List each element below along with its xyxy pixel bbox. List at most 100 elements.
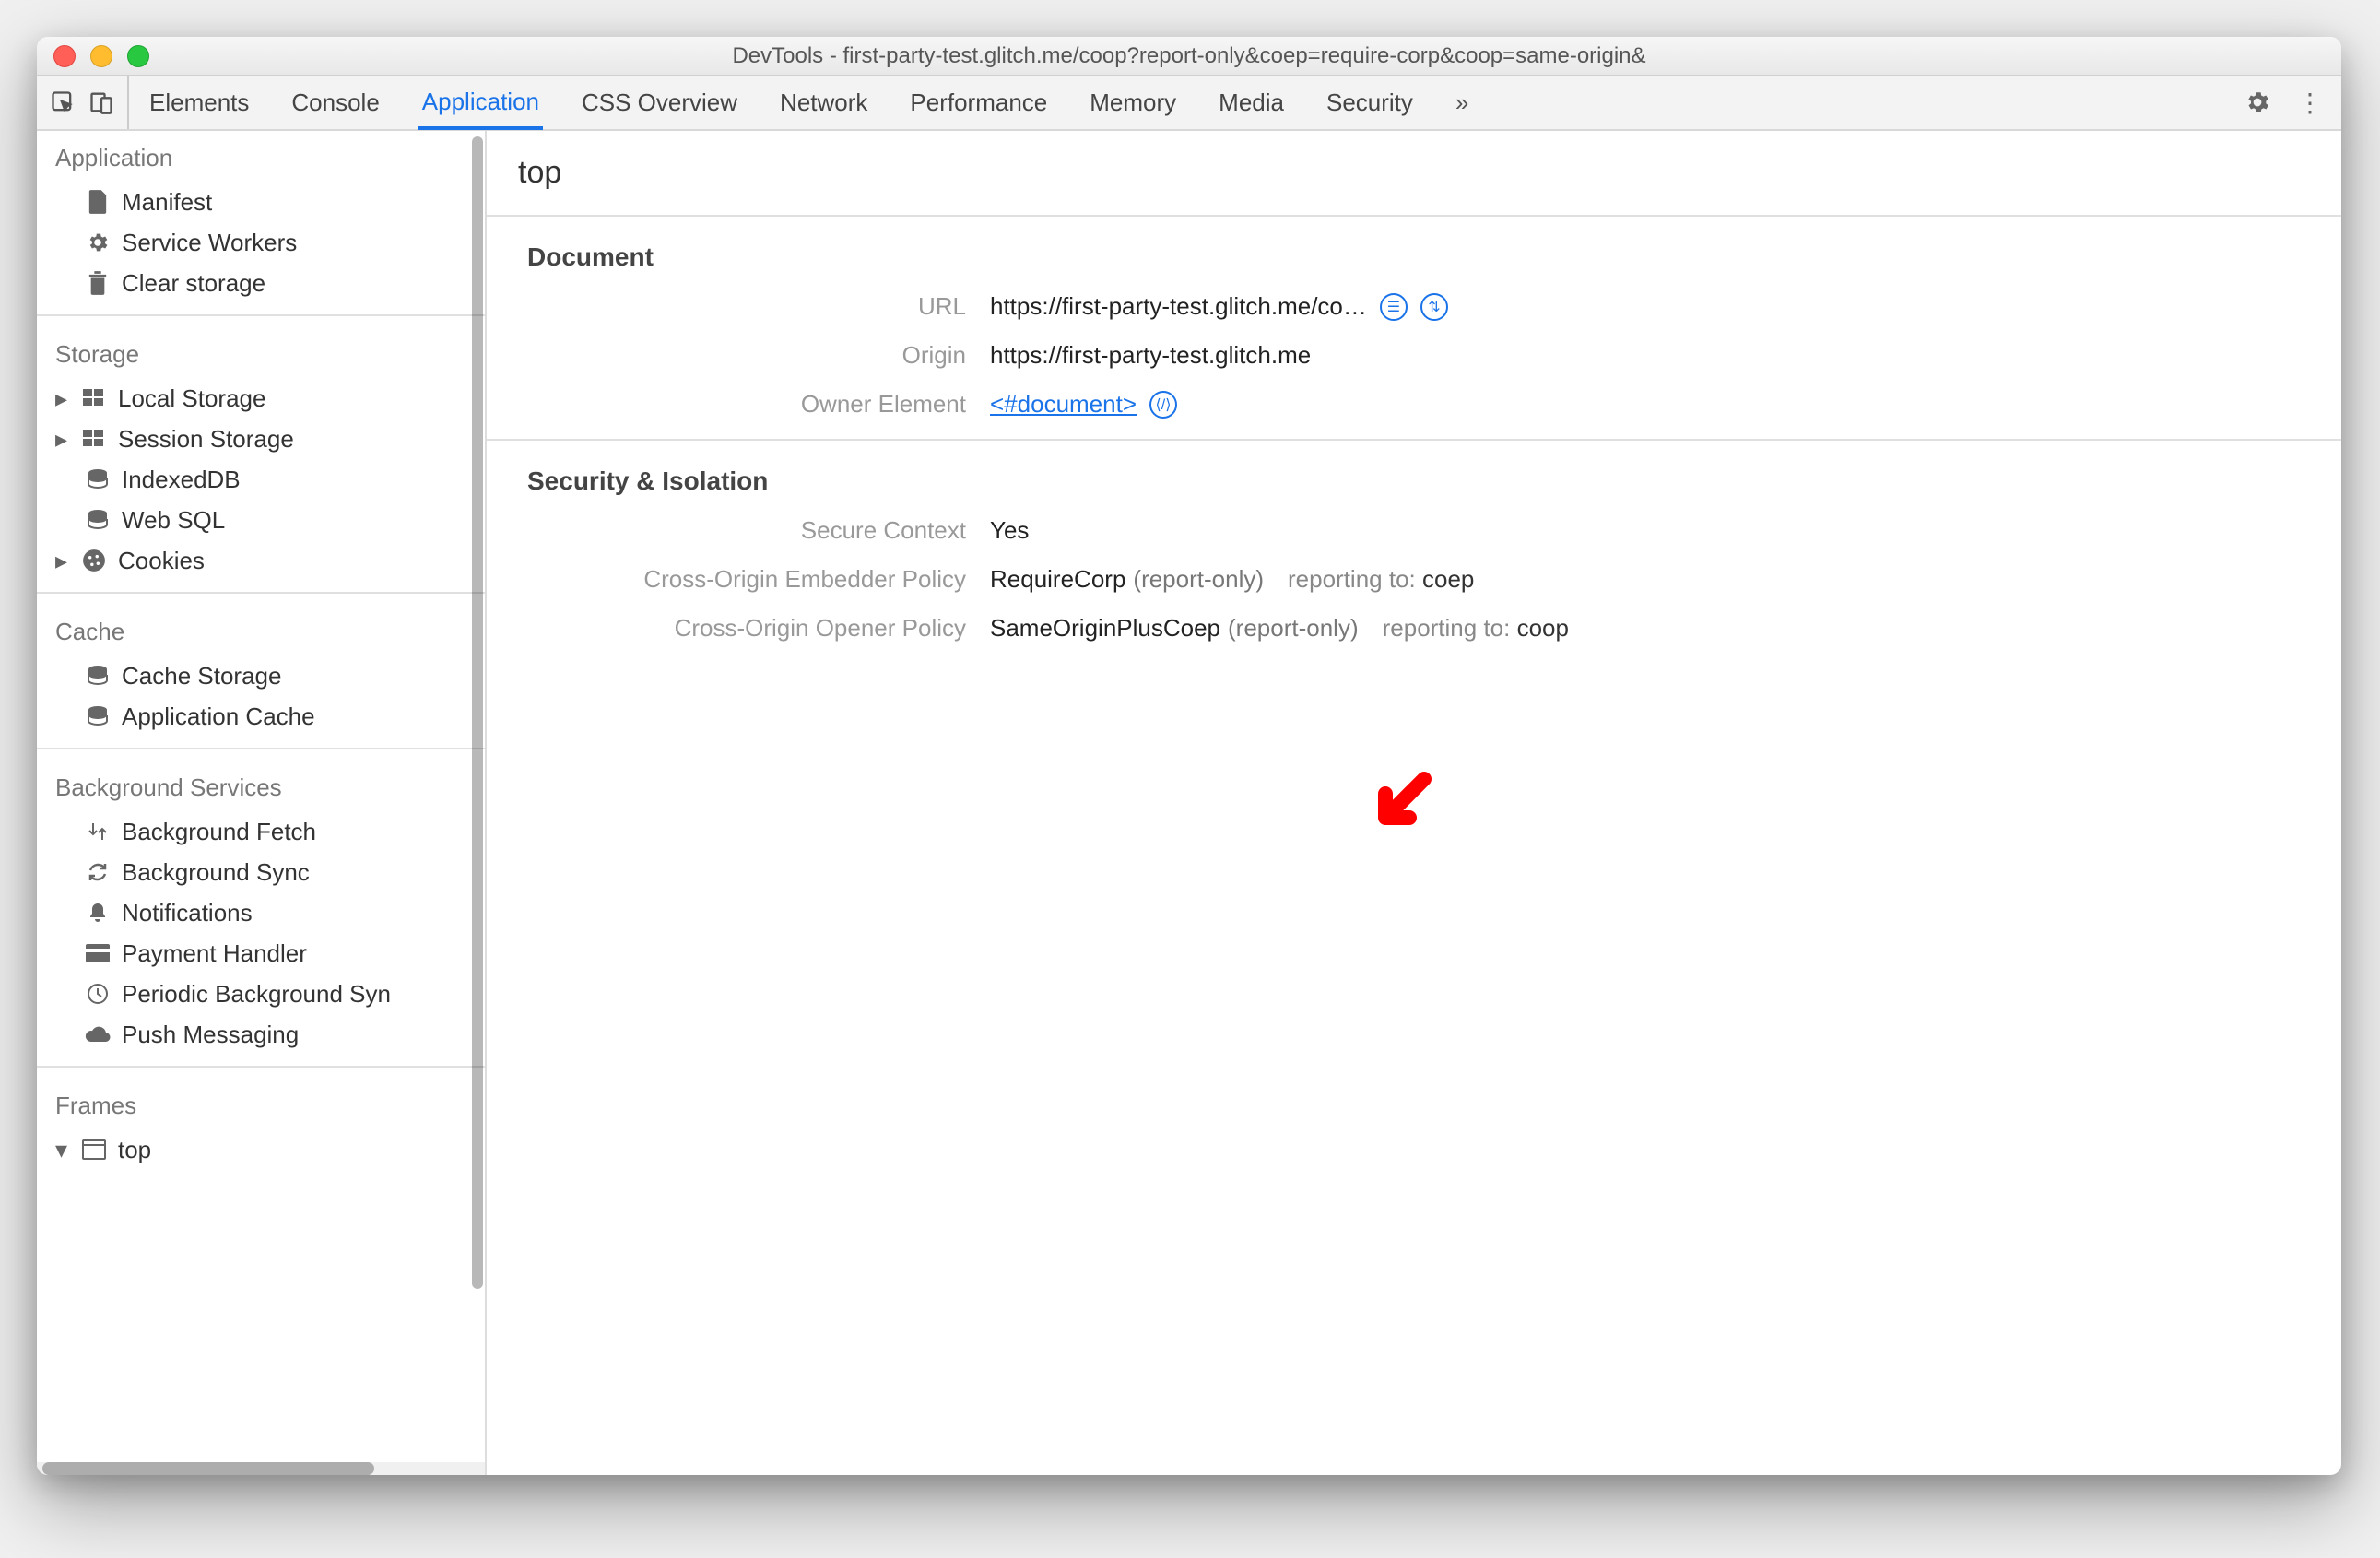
main-panel: top Document URL https://first-party-tes…	[487, 131, 2341, 1475]
tab-css-overview[interactable]: CSS Overview	[578, 76, 741, 129]
sidebar-item-cache-storage[interactable]: Cache Storage	[37, 655, 485, 696]
tab-performance[interactable]: Performance	[906, 76, 1051, 129]
url-label: URL	[527, 292, 990, 321]
zoom-window-button[interactable]	[127, 45, 149, 67]
sidebar-item-push-messaging[interactable]: Push Messaging	[37, 1014, 485, 1055]
more-menu-icon[interactable]: ⋮	[2297, 88, 2323, 118]
coep-label: Cross-Origin Embedder Policy	[527, 565, 990, 594]
sidebar-hscroll[interactable]	[37, 1462, 485, 1475]
sidebar-item-label: Background Sync	[122, 858, 310, 887]
coep-mode: (report-only)	[1133, 565, 1264, 594]
minimize-window-button[interactable]	[90, 45, 112, 67]
origin-label: Origin	[527, 341, 990, 370]
coop-value: SameOriginPlusCoep	[990, 614, 1220, 643]
clock-icon	[85, 981, 111, 1007]
sidebar-item-label: Web SQL	[122, 506, 225, 535]
sidebar-item-clear-storage[interactable]: Clear storage	[37, 263, 485, 303]
sidebar-item-label: Service Workers	[122, 229, 297, 257]
content: Application Manifest Service Workers Cle…	[37, 131, 2341, 1475]
sidebar-item-label: Periodic Background Syn	[122, 980, 391, 1009]
tab-memory[interactable]: Memory	[1086, 76, 1180, 129]
sidebar-item-background-sync[interactable]: Background Sync	[37, 852, 485, 892]
sidebar-item-periodic-background-sync[interactable]: Periodic Background Syn	[37, 974, 485, 1014]
sidebar-group-frames: Frames	[37, 1079, 485, 1129]
window-title: DevTools - first-party-test.glitch.me/co…	[52, 43, 2327, 69]
sidebar-item-label: Cache Storage	[122, 662, 281, 690]
sidebar-item-service-workers[interactable]: Service Workers	[37, 222, 485, 263]
frame-heading: top	[487, 131, 2341, 217]
inspect-icon[interactable]	[50, 89, 76, 115]
chevron-down-icon: ▾	[55, 1136, 70, 1164]
coop-reporting: reporting to: coop	[1383, 614, 1569, 643]
sidebar-item-label: Background Fetch	[122, 818, 316, 846]
sidebar-item-manifest[interactable]: Manifest	[37, 182, 485, 222]
sidebar-item-application-cache[interactable]: Application Cache	[37, 696, 485, 737]
sidebar-item-payment-handler[interactable]: Payment Handler	[37, 933, 485, 974]
sidebar-item-label: Session Storage	[118, 425, 294, 454]
sidebar-item-notifications[interactable]: Notifications	[37, 892, 485, 933]
sidebar-item-background-fetch[interactable]: Background Fetch	[37, 811, 485, 852]
sidebar-item-label: top	[118, 1136, 151, 1164]
sidebar-item-label: Clear storage	[122, 269, 265, 298]
sidebar-item-cookies[interactable]: ▸ Cookies	[37, 540, 485, 581]
url-value: https://first-party-test.glitch.me/co…	[990, 292, 1367, 321]
tabs-overflow[interactable]: »	[1452, 76, 1472, 129]
tab-network[interactable]: Network	[776, 76, 871, 129]
owner-element-label: Owner Element	[527, 390, 990, 419]
db-icon	[85, 507, 111, 533]
sidebar-item-label: Cookies	[118, 547, 205, 575]
sidebar-item-indexeddb[interactable]: IndexedDB	[37, 459, 485, 500]
sidebar-group-storage: Storage	[37, 327, 485, 378]
close-window-button[interactable]	[53, 45, 76, 67]
cookie-icon	[81, 548, 107, 573]
sidebar-item-label: Push Messaging	[122, 1021, 299, 1049]
db-icon	[85, 703, 111, 729]
reveal-icon[interactable]: ⇅	[1420, 293, 1448, 321]
gear-icon	[85, 230, 111, 255]
tab-elements[interactable]: Elements	[146, 76, 253, 129]
tabbar: Elements Console Application CSS Overvie…	[37, 76, 2341, 131]
sidebar-item-label: Local Storage	[118, 384, 265, 413]
sidebar-group-cache: Cache	[37, 605, 485, 655]
chevron-right-icon: ▸	[55, 547, 70, 575]
sidebar-item-frame-top[interactable]: ▾ top	[37, 1129, 485, 1170]
tabs: Elements Console Application CSS Overvie…	[146, 76, 2244, 129]
tab-console[interactable]: Console	[288, 76, 383, 129]
sidebar-item-session-storage[interactable]: ▸ Session Storage	[37, 419, 485, 459]
tab-application[interactable]: Application	[418, 77, 543, 130]
cloud-icon	[85, 1021, 111, 1047]
db-icon	[85, 663, 111, 689]
origin-value: https://first-party-test.glitch.me	[990, 341, 1311, 370]
card-icon	[85, 940, 111, 966]
copy-icon[interactable]: ☰	[1380, 293, 1408, 321]
traffic-lights	[53, 45, 149, 67]
section-security-title: Security & Isolation	[527, 466, 2301, 496]
sidebar-item-label: IndexedDB	[122, 466, 241, 494]
sidebar-item-local-storage[interactable]: ▸ Local Storage	[37, 378, 485, 419]
code-icon[interactable]: ⟨/⟩	[1149, 391, 1177, 419]
tab-security[interactable]: Security	[1323, 76, 1417, 129]
sidebar-scrollbar[interactable]	[472, 136, 483, 1289]
tab-media[interactable]: Media	[1215, 76, 1288, 129]
sidebar-group-background-services: Background Services	[37, 761, 485, 811]
bell-icon	[85, 900, 111, 926]
devtools-window: DevTools - first-party-test.glitch.me/co…	[37, 37, 2341, 1475]
coop-label: Cross-Origin Opener Policy	[527, 614, 990, 643]
coop-mode: (report-only)	[1228, 614, 1359, 643]
secure-context-value: Yes	[990, 516, 1029, 545]
settings-icon[interactable]	[2244, 89, 2271, 116]
sidebar-item-label: Manifest	[122, 188, 212, 217]
secure-context-label: Secure Context	[527, 516, 990, 545]
coep-value: RequireCorp	[990, 565, 1125, 594]
sidebar-item-websql[interactable]: Web SQL	[37, 500, 485, 540]
grid-icon	[81, 426, 107, 452]
file-icon	[85, 189, 111, 215]
owner-element-link[interactable]: <#document>	[990, 390, 1137, 419]
device-toggle-icon[interactable]	[88, 89, 114, 115]
chevron-right-icon: ▸	[55, 425, 70, 454]
section-document-title: Document	[527, 242, 2301, 272]
updown-icon	[85, 819, 111, 844]
sidebar-item-label: Notifications	[122, 899, 253, 927]
sidebar-item-label: Payment Handler	[122, 939, 307, 968]
sidebar-item-label: Application Cache	[122, 702, 315, 731]
